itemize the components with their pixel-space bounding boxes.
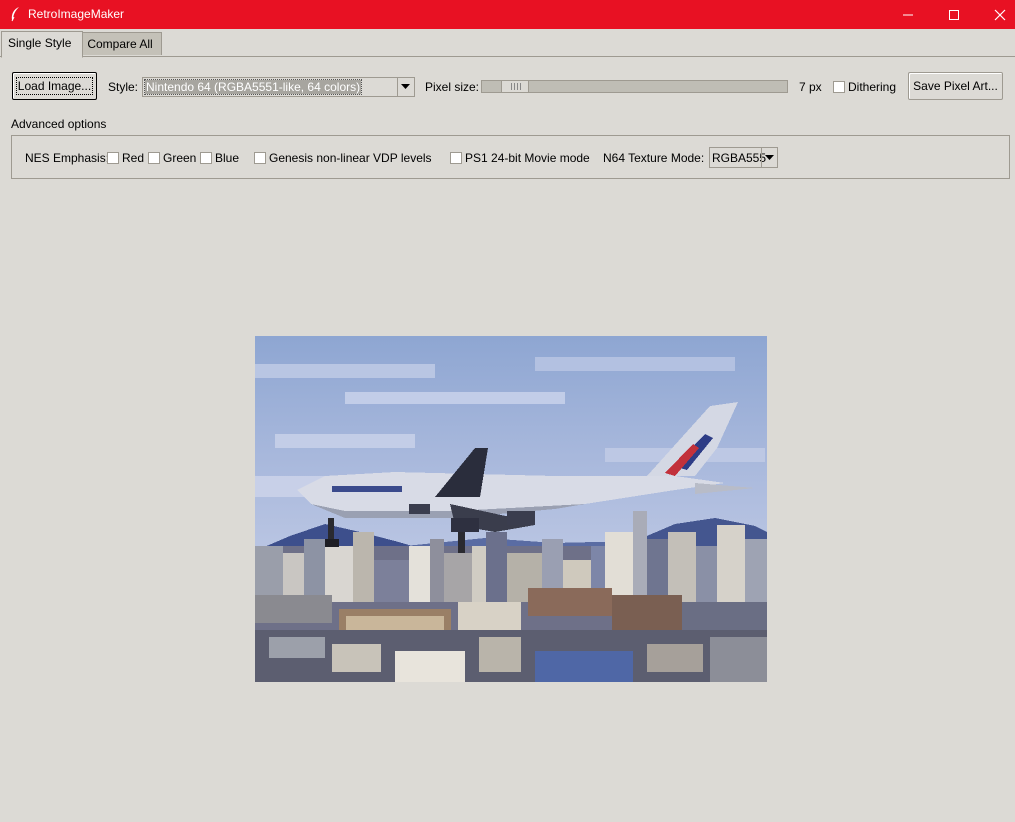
title-bar: RetroImageMaker — [0, 0, 1015, 29]
n64-texture-mode-select[interactable]: RGBA555 — [709, 147, 778, 168]
minimize-button[interactable] — [885, 0, 931, 29]
dithering-checkbox[interactable] — [833, 81, 845, 93]
maximize-button[interactable] — [931, 0, 977, 29]
style-select[interactable]: Nintendo 64 (RGBA5551-like, 64 colors) — [142, 77, 415, 97]
advanced-options-label: Advanced options — [11, 117, 107, 131]
n64-texture-mode-value: RGBA555 — [712, 151, 767, 165]
chevron-down-icon — [401, 84, 410, 89]
nes-emphasis-label: NES Emphasis: — [25, 151, 110, 165]
style-select-arrow[interactable] — [397, 78, 414, 96]
style-label: Style: — [108, 80, 139, 94]
tab-bar: Single Style Compare All — [0, 30, 1015, 58]
nes-red-label: Red — [122, 151, 145, 165]
nes-red-checkbox[interactable] — [107, 152, 119, 164]
dithering-label: Dithering — [848, 80, 897, 94]
pixelated-airplane-photo — [255, 336, 767, 682]
maximize-icon — [949, 10, 959, 20]
ps1-movie-mode-checkbox[interactable] — [450, 152, 462, 164]
load-image-label: Load Image... — [15, 77, 94, 95]
nes-green-label: Green — [163, 151, 197, 165]
pixel-size-slider-thumb[interactable] — [501, 81, 529, 92]
tab-compare-all[interactable]: Compare All — [78, 32, 162, 55]
pixel-size-slider[interactable] — [481, 80, 788, 93]
pixel-size-label: Pixel size: — [425, 80, 480, 94]
close-icon — [994, 9, 1006, 21]
tab-label: Single Style — [8, 36, 72, 50]
pixel-size-value: 7 px — [799, 80, 822, 94]
n64-texture-mode-arrow[interactable] — [761, 148, 777, 167]
window-title: RetroImageMaker — [28, 7, 125, 21]
nes-blue-label: Blue — [215, 151, 240, 165]
save-pixel-art-label: Save Pixel Art... — [913, 79, 998, 93]
close-button[interactable] — [977, 0, 1015, 29]
n64-texture-mode-label: N64 Texture Mode: — [603, 151, 705, 165]
save-pixel-art-button[interactable]: Save Pixel Art... — [908, 72, 1003, 100]
chevron-down-icon — [765, 155, 774, 160]
nes-blue-checkbox[interactable] — [200, 152, 212, 164]
style-select-value: Nintendo 64 (RGBA5551-like, 64 colors) — [143, 79, 363, 95]
nes-green-checkbox[interactable] — [148, 152, 160, 164]
minimize-icon — [903, 14, 913, 16]
load-image-button[interactable]: Load Image... — [12, 72, 97, 100]
genesis-vdp-label: Genesis non-linear VDP levels — [269, 151, 432, 165]
feather-icon — [11, 7, 19, 22]
tab-label: Compare All — [87, 37, 153, 51]
genesis-vdp-checkbox[interactable] — [254, 152, 266, 164]
ps1-movie-mode-label: PS1 24-bit Movie mode — [465, 151, 590, 165]
tab-single-style[interactable]: Single Style — [1, 31, 83, 58]
